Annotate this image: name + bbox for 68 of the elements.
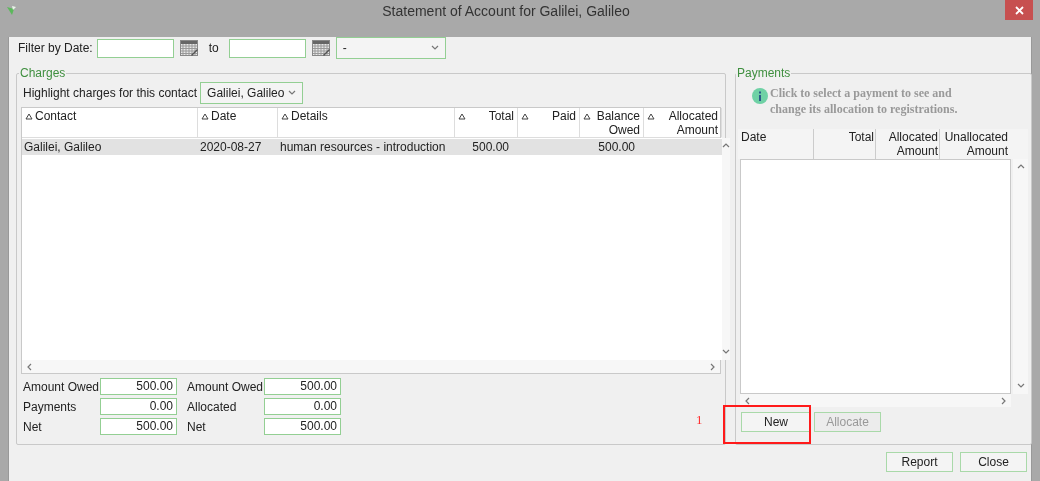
scrollbar[interactable] <box>722 138 730 360</box>
field-label: Net <box>186 419 207 434</box>
amount-field: 500.00 <box>100 378 177 395</box>
info-icon <box>752 88 768 104</box>
window-title: Statement of Account for Galilei, Galileo <box>381 3 631 19</box>
date-field[interactable] <box>96 38 174 58</box>
field-label: Highlight charges for this contact <box>23 86 198 100</box>
chevron-right-icon <box>999 396 1007 405</box>
field-label: Amount Owed <box>186 379 264 394</box>
chevron-up-icon <box>1016 163 1025 171</box>
table-cell-text: Galilei, Galileo <box>23 140 103 154</box>
table-cell-text: 500.00 <box>597 140 636 154</box>
sort-icon <box>458 113 466 120</box>
chevron-down-icon <box>1016 382 1025 390</box>
table-row[interactable]: Galilei, Galileo 2020-08-27 human resources - introduction 500.00 500.00 <box>22 139 722 155</box>
contact-dropdown[interactable]: Galilei, Galileo <box>200 82 304 104</box>
sort-icon <box>281 113 289 120</box>
field-label: Filter by Date: <box>18 41 93 55</box>
sort-icon <box>647 113 655 120</box>
column-header[interactable]: Details <box>278 108 455 137</box>
group-title: Charges <box>19 66 67 80</box>
group-title: Payments <box>736 66 792 80</box>
table-cell-text: 500.00 <box>471 140 510 154</box>
date-field[interactable] <box>228 38 306 58</box>
column-header[interactable]: Allocated Amount <box>644 108 722 137</box>
table-cell-text: human resources - introduction <box>279 140 447 154</box>
table-cell-text: 2020-08-27 <box>199 140 263 154</box>
sort-icon <box>201 113 209 120</box>
report-button[interactable]: Report <box>886 452 953 472</box>
sort-icon <box>583 113 591 120</box>
column-header[interactable]: Contact <box>22 108 198 137</box>
scrollbar[interactable] <box>740 394 1011 407</box>
column-header[interactable]: Total <box>455 108 518 137</box>
amount-field: 500.00 <box>100 418 177 435</box>
column-header[interactable]: Date <box>198 108 278 137</box>
calendar-icon[interactable] <box>179 40 198 56</box>
field-label: Payments <box>23 399 78 414</box>
column-header[interactable]: Balance Owed <box>580 108 644 137</box>
calendar-icon[interactable] <box>311 40 330 56</box>
amount-field: 0.00 <box>264 398 341 415</box>
column-header[interactable]: Unallocated Amount <box>940 129 1009 159</box>
hint-text: Click to select a payment to see and change its allocation to registrations. <box>770 85 959 117</box>
close-button[interactable]: Close <box>960 452 1027 472</box>
amount-field: 0.00 <box>100 398 177 415</box>
chevron-down-icon <box>288 89 297 97</box>
chevron-down-icon <box>722 348 730 356</box>
field-label: to <box>208 41 219 55</box>
close-button[interactable] <box>1005 0 1033 20</box>
chevron-right-icon <box>708 362 716 371</box>
sort-icon <box>25 113 33 120</box>
chevron-up-icon <box>722 142 730 150</box>
scrollbar[interactable] <box>22 360 720 373</box>
chevron-left-icon <box>26 362 34 371</box>
chevron-down-icon <box>430 44 439 52</box>
period-dropdown[interactable]: - <box>335 37 446 59</box>
scrollbar[interactable] <box>1013 159 1028 394</box>
field-label: Net <box>23 419 43 434</box>
field-label: Allocated <box>186 399 238 414</box>
column-header[interactable]: Paid <box>518 108 580 137</box>
amount-field: 500.00 <box>264 378 341 395</box>
annotation-number: 1 <box>696 412 703 428</box>
amount-field: 500.00 <box>264 418 341 435</box>
new-button[interactable]: New <box>741 412 811 432</box>
sort-icon <box>521 113 529 120</box>
close-icon <box>1014 5 1024 15</box>
field-label: Amount Owed <box>23 379 100 394</box>
app-icon <box>7 6 17 16</box>
chevron-left-icon <box>744 396 752 405</box>
